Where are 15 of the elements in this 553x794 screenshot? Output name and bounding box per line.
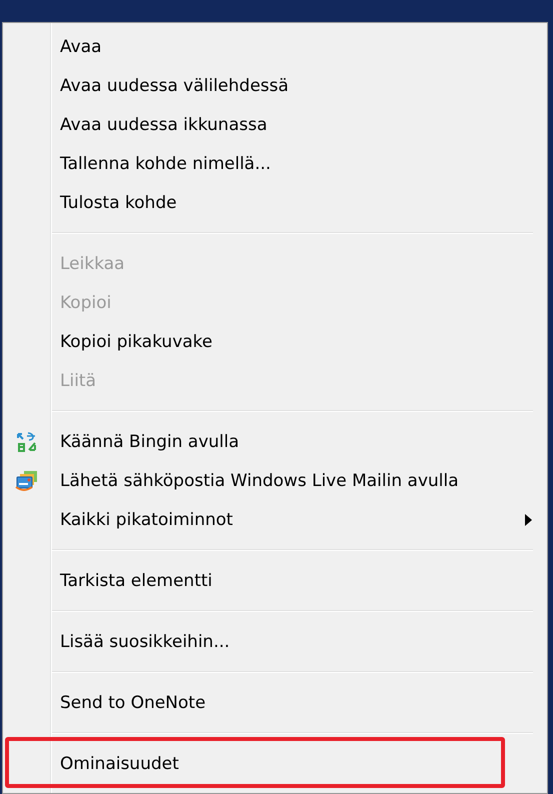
menu-item[interactable]: Tallenna kohde nimellä... (60, 154, 271, 174)
menu-item[interactable]: Avaa uudessa välilehdessä (60, 76, 289, 96)
menu-item[interactable]: Ominaisuudet (60, 754, 179, 774)
menu-item[interactable]: Käännä Bingin avulla (60, 432, 240, 452)
menu-item[interactable]: Tarkista elementti (60, 570, 212, 590)
menu-item[interactable]: Kopioi pikakuvake (60, 332, 212, 352)
menu-item[interactable]: Tulosta kohde (60, 192, 177, 212)
mail-app-icon (14, 470, 38, 492)
translate-icon (16, 430, 38, 452)
menu-item[interactable]: Send to OneNote (60, 692, 206, 712)
menu-item[interactable]: Avaa uudessa ikkunassa (60, 114, 268, 134)
menu-item[interactable]: Lähetä sähköpostia Windows Live Mailin avulla (60, 470, 459, 490)
menu-item[interactable]: Avaa (60, 36, 102, 56)
menu-item[interactable]: Kaikki pikatoiminnot (60, 510, 233, 530)
menu-item[interactable]: Lisää suosikkeihin... (60, 632, 230, 652)
